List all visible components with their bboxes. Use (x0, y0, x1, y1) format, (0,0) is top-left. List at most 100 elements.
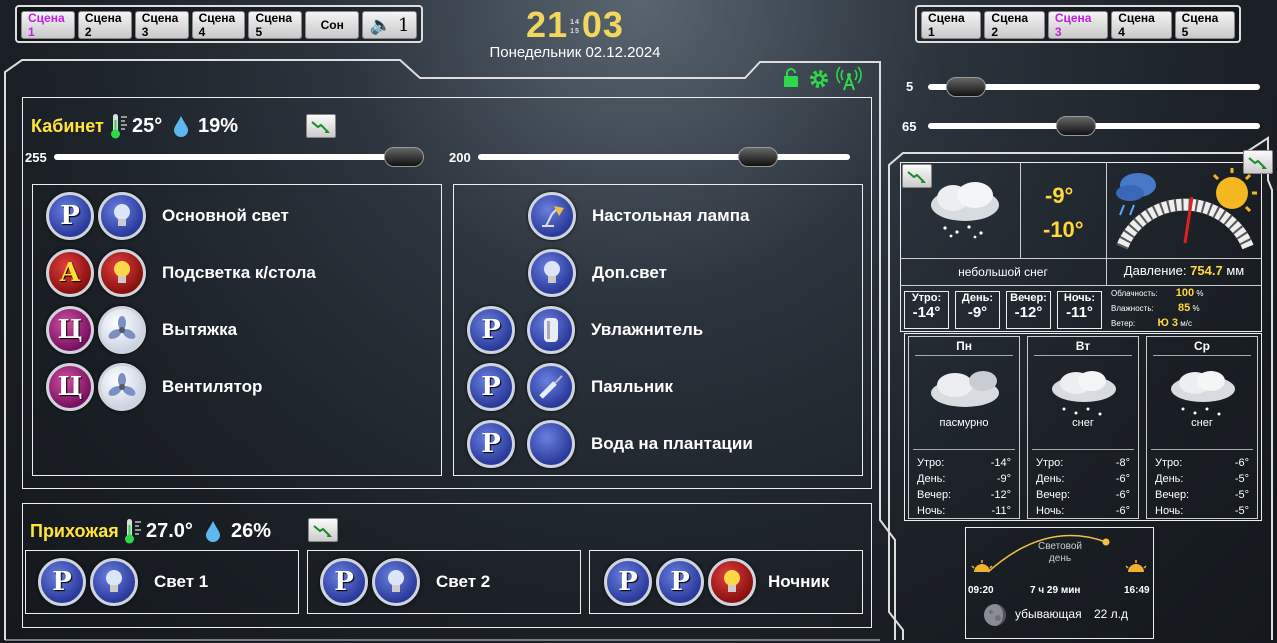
device-label: Настольная лампа (592, 206, 750, 225)
moon-phase: убывающая (1015, 607, 1082, 621)
fan-icon (108, 316, 136, 339)
device-desk-backlight: A Подсветка к/стола (46, 247, 316, 299)
mode-p-button[interactable]: P (467, 420, 515, 468)
humidity-drop-icon (205, 520, 221, 547)
device-light-1: P Свет 1 (38, 556, 208, 608)
device-hood: Ц Вытяжка (46, 304, 237, 356)
snow-cloud-icon (925, 180, 1005, 245)
mode-p-button[interactable]: P (467, 363, 515, 411)
humidifier-icon (544, 318, 558, 342)
device-label: Свет 2 (436, 572, 491, 591)
device-label: Свет 1 (154, 572, 209, 591)
part-night: Ночь: -11° (1057, 291, 1102, 329)
mode-p-button[interactable]: P (604, 558, 652, 606)
forecast-day-1: Пн пасмурно Утро: -14° День: -9° Вечер: -12… (908, 336, 1020, 519)
forecast-day-3: Ср снег Утро: -6° День: -5° Вечер: -5° Ночь… (1146, 336, 1258, 519)
bulb-button[interactable] (528, 249, 576, 297)
cabinet-slider-left[interactable] (54, 147, 424, 167)
hallway-humidity: 26% (231, 520, 272, 542)
hallway-title: Прихожая (30, 521, 119, 541)
fan-button[interactable] (98, 363, 146, 411)
humidifier-button[interactable] (527, 306, 575, 354)
weather-condition: небольшой снег (958, 265, 1048, 279)
mode-c-button[interactable]: Ц (46, 306, 94, 354)
bulb-on-button[interactable] (98, 249, 146, 297)
mode-a-button[interactable]: A (46, 249, 94, 297)
device-plant-water: P Вода на плантации (467, 418, 753, 470)
barometer-icon (1110, 163, 1260, 263)
device-label: Подсветка к/стола (162, 263, 316, 282)
chart-trend-icon (311, 121, 330, 133)
part-day: День: -9° (955, 291, 1000, 329)
cabinet-humidity: 19% (198, 115, 239, 137)
pressure-unit: мм (1226, 263, 1245, 278)
soldering-button[interactable] (527, 363, 575, 411)
sunrise-time: 09:20 (968, 585, 994, 596)
weather-divider-4 (900, 285, 1262, 286)
thermometer-icon (122, 517, 146, 550)
bulb-on-icon (724, 570, 740, 592)
right-slider-2-value: 65 (902, 119, 917, 134)
cloud-cover: Облачность: 100 % (1111, 287, 1204, 299)
cabinet-chart-button[interactable] (306, 114, 336, 138)
mode-p-button[interactable]: P (467, 306, 515, 354)
hallway-chart-button[interactable] (308, 518, 338, 542)
device-label: Ночник (768, 572, 830, 591)
gear-icon[interactable] (808, 68, 830, 90)
weather-divider-1 (1020, 162, 1021, 258)
daylight-duration: 7 ч 29 мин (1030, 585, 1081, 596)
water-button[interactable] (527, 420, 575, 468)
device-light-2: P Свет 2 (320, 556, 490, 608)
lamp-button[interactable] (528, 192, 576, 240)
bulb-icon (114, 204, 130, 226)
mode-p-button[interactable]: P (38, 558, 86, 606)
mode-p-button[interactable]: P (320, 558, 368, 606)
bulb-on-icon (114, 261, 130, 283)
bulb-button[interactable] (90, 558, 138, 606)
bulb-button[interactable] (98, 192, 146, 240)
thermometer-icon (108, 112, 132, 145)
cabinet-slider-right[interactable] (478, 147, 850, 167)
device-humidifier: P Увлажнитель (467, 304, 703, 356)
wind: Ветер: Ю 3 м/с (1111, 317, 1192, 329)
bulb-on-button[interactable] (708, 558, 756, 606)
fan-icon (108, 373, 136, 396)
mode-c-button[interactable]: Ц (46, 363, 94, 411)
device-main-light: P Основной свет (46, 190, 289, 242)
humidity-outdoor: Влажность: 85 % (1111, 302, 1200, 314)
right-slider-1[interactable] (928, 77, 1260, 97)
cabinet-slider-right-thumb[interactable] (738, 147, 778, 167)
device-soldering-iron: P Паяльник (467, 361, 673, 413)
soldering-iron-icon (539, 375, 563, 399)
mode-p-button[interactable]: P (656, 558, 704, 606)
antenna-icon[interactable] (836, 66, 862, 92)
bulb-icon (544, 261, 560, 283)
moon-age: 22 л.д (1094, 607, 1129, 621)
overcast-cloud-icon (923, 367, 1007, 420)
right-slider-2[interactable] (928, 116, 1260, 136)
device-label: Вытяжка (162, 320, 238, 339)
right-slider-1-thumb[interactable] (946, 77, 986, 97)
cabinet-slider-right-value: 200 (449, 150, 471, 165)
bulb-icon (388, 570, 404, 592)
cabinet-slider-left-value: 255 (25, 150, 47, 165)
sunset-time: 16:49 (1124, 585, 1150, 596)
fan-button[interactable] (98, 306, 146, 354)
hallway-temp: 27.0° (146, 520, 193, 542)
device-label: Вода на плантации (591, 434, 753, 453)
bulb-icon (106, 570, 122, 592)
device-extra-light: Доп.свет (528, 247, 667, 299)
right-slider-2-thumb[interactable] (1056, 116, 1096, 136)
cabinet-slider-left-thumb[interactable] (384, 147, 424, 167)
humidity-drop-icon (173, 115, 189, 142)
lock-icon[interactable] (782, 68, 800, 88)
temp-feels: -10° (1043, 217, 1084, 242)
mode-p-button[interactable]: P (46, 192, 94, 240)
part-morning: Утро: -14° (904, 291, 949, 329)
device-label: Основной свет (162, 206, 289, 225)
pressure-label: Давление: (1123, 263, 1187, 278)
cabinet-temp: 25° (132, 115, 163, 137)
sunset-icon (1125, 560, 1147, 572)
device-fan: Ц Вентилятор (46, 361, 262, 413)
bulb-button[interactable] (372, 558, 420, 606)
